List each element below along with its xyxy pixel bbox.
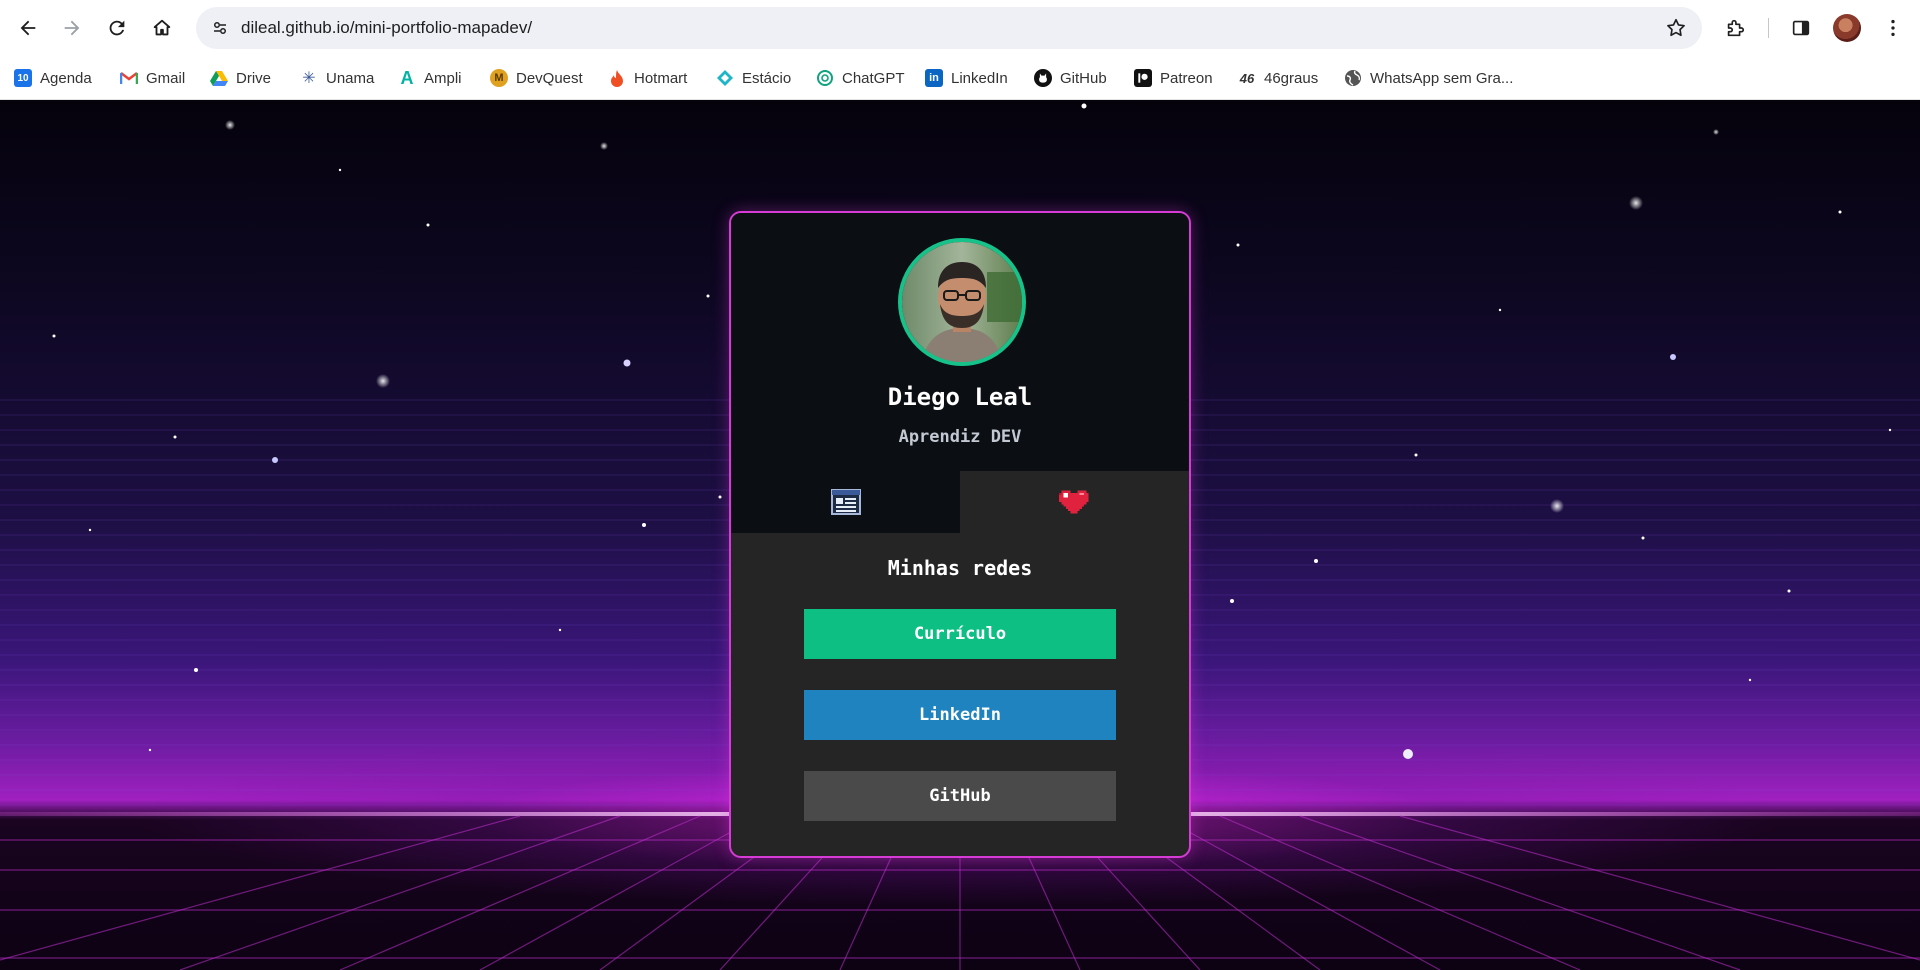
site-info-icon[interactable]	[206, 14, 234, 42]
arrow-right-icon	[64, 20, 80, 36]
bookmark-chatgpt[interactable]: ChatGPT	[816, 66, 905, 90]
avatar	[898, 238, 1026, 366]
bookmark-star-icon[interactable]	[1662, 14, 1690, 42]
section-title: Minhas redes	[887, 556, 1033, 580]
bookmark-label: ChatGPT	[842, 69, 905, 87]
pixel-heart-icon	[1058, 490, 1089, 514]
bookmark-label: WhatsApp sem Gra...	[1370, 69, 1514, 87]
bookmark-whatsapp[interactable]: WhatsApp sem Gra...	[1344, 66, 1513, 90]
linkedin-icon: in	[925, 69, 943, 87]
github-button[interactable]: GitHub	[804, 771, 1116, 821]
extensions-icon[interactable]	[1719, 12, 1751, 44]
bookmark-label: Ampli	[424, 69, 462, 87]
profile-role: Aprendiz DEV	[898, 427, 1022, 447]
reload-button[interactable]	[101, 12, 133, 44]
bookmark-label: Agenda	[40, 69, 92, 87]
bookmark-label: LinkedIn	[951, 69, 1008, 87]
arrow-left-icon	[20, 20, 36, 36]
page-background: Diego Leal Aprendiz DEV Minhas redes Cur…	[0, 100, 1920, 970]
chatgpt-icon	[816, 69, 834, 87]
profile-header: Diego Leal Aprendiz DEV	[731, 213, 1189, 471]
profile-avatar-icon[interactable]	[1833, 14, 1861, 42]
hotmart-icon	[608, 69, 626, 87]
bookmark-ampli[interactable]: A Ampli	[398, 66, 462, 90]
bookmark-label: Drive	[236, 69, 272, 87]
globe-icon	[1344, 69, 1362, 87]
bookmark-label: Hotmart	[634, 69, 688, 87]
bookmark-gmail[interactable]: Gmail	[120, 66, 185, 90]
46graus-icon: 46	[1239, 70, 1255, 86]
avatar-photo	[902, 242, 1022, 362]
devquest-icon: M	[490, 69, 508, 87]
bookmark-unama[interactable]: ✳ Unama	[300, 66, 374, 90]
ampli-icon: A	[400, 67, 414, 88]
patreon-icon	[1134, 69, 1152, 87]
tab-favorites[interactable]	[960, 471, 1189, 533]
document-window-icon	[830, 489, 861, 515]
bookmark-estacio[interactable]: Estácio	[716, 66, 791, 90]
bookmark-hotmart[interactable]: Hotmart	[608, 66, 687, 90]
bookmarks-bar: 10 Agenda Gmail Drive ✳ Unama A Ampli M DevQ…	[0, 56, 1920, 100]
home-button[interactable]	[146, 12, 178, 44]
resume-button[interactable]: Currículo	[804, 609, 1116, 659]
github-icon	[1034, 69, 1052, 87]
bookmark-label: Gmail	[146, 69, 186, 87]
gmail-icon	[120, 69, 138, 87]
bookmark-devquest[interactable]: M DevQuest	[490, 66, 583, 90]
side-panel-icon[interactable]	[1785, 12, 1817, 44]
tab-resume[interactable]	[731, 471, 960, 533]
bookmark-patreon[interactable]: Patreon	[1134, 66, 1213, 90]
bookmark-linkedin[interactable]: in LinkedIn	[925, 66, 1008, 90]
estacio-icon	[716, 69, 734, 87]
calendar-icon: 10	[14, 69, 32, 87]
bookmark-github[interactable]: GitHub	[1034, 66, 1107, 90]
linkedin-button[interactable]: LinkedIn	[804, 690, 1116, 740]
bookmark-label: 46graus	[1264, 69, 1319, 87]
unama-icon: ✳	[302, 70, 316, 87]
forward-button[interactable]	[56, 12, 88, 44]
profile-name: Diego Leal	[887, 383, 1033, 411]
address-bar[interactable]: dileal.github.io/mini-portfolio-mapadev/	[196, 7, 1702, 49]
back-button[interactable]	[12, 12, 44, 44]
url-text[interactable]: dileal.github.io/mini-portfolio-mapadev/	[241, 7, 532, 49]
bookmark-label: DevQuest	[516, 69, 583, 87]
menu-kebab-icon[interactable]	[1877, 12, 1909, 44]
bookmark-label: Estácio	[742, 69, 792, 87]
reload-icon	[109, 20, 125, 36]
home-icon	[153, 19, 171, 36]
bookmark-label: Unama	[326, 69, 375, 87]
bookmark-agenda[interactable]: 10 Agenda	[14, 66, 92, 90]
bookmark-46graus[interactable]: 46 46graus	[1238, 66, 1318, 90]
browser-toolbar: dileal.github.io/mini-portfolio-mapadev/	[0, 0, 1920, 56]
toolbar-divider	[1768, 18, 1769, 38]
bookmark-label: Patreon	[1160, 69, 1213, 87]
bookmark-label: GitHub	[1060, 69, 1107, 87]
profile-card: Diego Leal Aprendiz DEV Minhas redes Cur…	[729, 211, 1191, 858]
drive-icon	[210, 69, 228, 87]
bookmark-drive[interactable]: Drive	[210, 66, 271, 90]
